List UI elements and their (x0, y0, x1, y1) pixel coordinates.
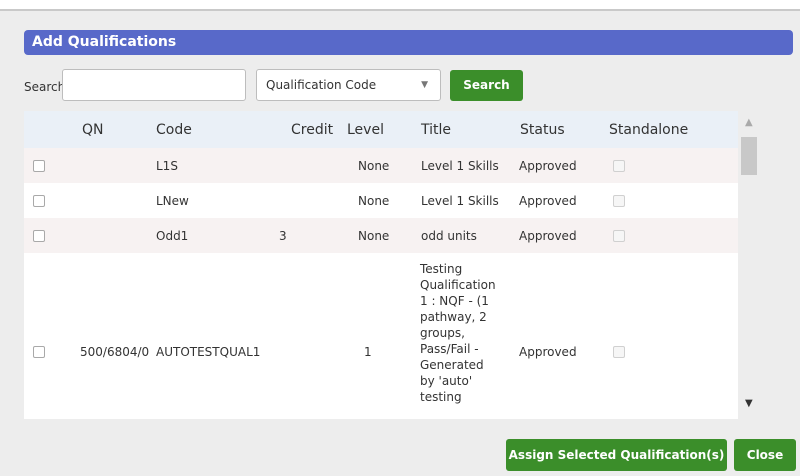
table-row[interactable]: 500/6804/0 AUTOTESTQUAL1 1 Testing Quali… (24, 253, 738, 419)
title-line: Generated (420, 358, 484, 372)
cell-level: None (358, 229, 390, 243)
cell-status: Approved (519, 345, 577, 359)
cell-code: AUTOTESTQUAL1 (156, 345, 261, 359)
column-header-code[interactable]: Code (156, 122, 192, 138)
title-line: testing (420, 390, 462, 404)
cell-code: LNew (156, 194, 189, 208)
cell-title: Testing Qualification 1 : NQF - (1 pathw… (420, 261, 508, 405)
row-select-checkbox[interactable] (33, 195, 45, 207)
cell-level: None (358, 194, 390, 208)
standalone-checkbox (613, 195, 625, 207)
title-line: groups, (420, 326, 465, 340)
column-header-level[interactable]: Level (347, 122, 384, 138)
top-divider (0, 0, 800, 11)
dialog-title: Add Qualifications (24, 30, 793, 55)
chevron-down-icon: ▼ (421, 80, 428, 90)
cell-code: L1S (156, 159, 178, 173)
standalone-checkbox (613, 346, 625, 358)
scroll-down-arrow-icon[interactable]: ▼ (745, 398, 753, 409)
title-line: by 'auto' (420, 374, 473, 388)
close-button[interactable]: Close (734, 439, 796, 471)
assign-selected-button[interactable]: Assign Selected Qualification(s) (506, 439, 727, 471)
table-header: QN Code Credit Level Title Status Standa… (24, 111, 738, 148)
title-line: Testing (420, 262, 463, 276)
cell-level: None (358, 159, 390, 173)
table-row[interactable]: L1S None Level 1 Skills Approved (24, 148, 738, 183)
title-line: Pass/Fail - (420, 342, 479, 356)
cell-status: Approved (519, 159, 577, 173)
qualifications-table: QN Code Credit Level Title Status Standa… (24, 111, 738, 419)
cell-status: Approved (519, 229, 577, 243)
search-field-select[interactable]: Qualification Code ▼ (256, 69, 441, 101)
scrollbar-thumb[interactable] (741, 137, 757, 175)
column-header-status[interactable]: Status (520, 122, 565, 138)
scroll-up-arrow-icon[interactable]: ▲ (745, 117, 753, 128)
row-select-checkbox[interactable] (33, 346, 45, 358)
standalone-checkbox (613, 160, 625, 172)
cell-title: Level 1 Skills (421, 159, 499, 173)
search-label: Search (24, 80, 66, 94)
search-button[interactable]: Search (450, 70, 523, 101)
search-input[interactable] (62, 69, 246, 101)
cell-level: 1 (364, 345, 372, 359)
column-header-credit[interactable]: Credit (291, 122, 333, 138)
cell-status: Approved (519, 194, 577, 208)
table-row[interactable]: LNew None Level 1 Skills Approved (24, 183, 738, 218)
search-field-select-value: Qualification Code (266, 78, 377, 92)
cell-title: odd units (421, 229, 477, 243)
table-row[interactable]: Odd1 3 None odd units Approved (24, 218, 738, 253)
title-line: Qualification (420, 278, 496, 292)
cell-code: Odd1 (156, 229, 189, 243)
cell-title: Level 1 Skills (421, 194, 499, 208)
column-header-qn[interactable]: QN (82, 122, 104, 138)
table-scrollbar[interactable]: ▲ ▼ (738, 111, 762, 419)
column-header-title[interactable]: Title (421, 122, 451, 138)
row-select-checkbox[interactable] (33, 230, 45, 242)
standalone-checkbox (613, 230, 625, 242)
column-header-standalone[interactable]: Standalone (609, 122, 688, 138)
row-select-checkbox[interactable] (33, 160, 45, 172)
cell-credit: 3 (279, 229, 287, 243)
cell-qn: 500/6804/0 (80, 345, 150, 359)
title-line: 1 : NQF - (1 (420, 294, 489, 308)
title-line: pathway, 2 (420, 310, 487, 324)
